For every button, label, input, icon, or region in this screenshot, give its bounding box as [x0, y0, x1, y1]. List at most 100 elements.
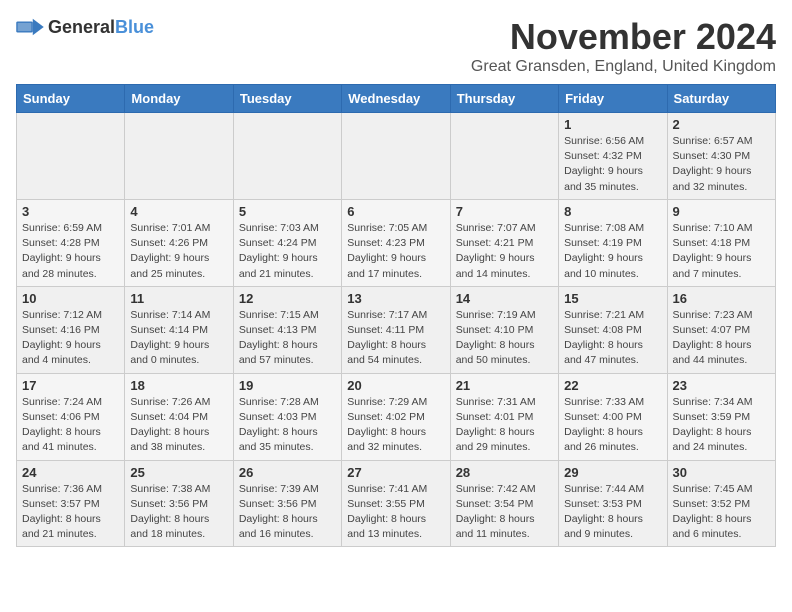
day-info: Sunrise: 7:34 AM Sunset: 3:59 PM Dayligh… — [673, 395, 770, 456]
day-info: Sunrise: 7:05 AM Sunset: 4:23 PM Dayligh… — [347, 221, 444, 282]
header-sunday: Sunday — [17, 85, 125, 113]
day-number: 18 — [130, 378, 227, 393]
day-number: 25 — [130, 465, 227, 480]
table-row: 5Sunrise: 7:03 AM Sunset: 4:24 PM Daylig… — [233, 199, 341, 286]
header-wednesday: Wednesday — [342, 85, 450, 113]
calendar-week-row: 10Sunrise: 7:12 AM Sunset: 4:16 PM Dayli… — [17, 286, 776, 373]
day-number: 29 — [564, 465, 661, 480]
logo-icon — [16, 16, 44, 38]
day-number: 13 — [347, 291, 444, 306]
table-row: 11Sunrise: 7:14 AM Sunset: 4:14 PM Dayli… — [125, 286, 233, 373]
table-row: 16 Sunrise: 7:23 AM Sunset: 4:07 PM Dayli… — [667, 286, 775, 373]
day-number: 5 — [239, 204, 336, 219]
day-number: 6 — [347, 204, 444, 219]
day-number: 24 — [22, 465, 119, 480]
day-info: Sunrise: 7:10 AM Sunset: 4:18 PM Dayligh… — [673, 221, 770, 282]
day-info: Sunrise: 7:15 AM Sunset: 4:13 PM Dayligh… — [239, 308, 336, 369]
day-info: Sunrise: 7:36 AM Sunset: 3:57 PM Dayligh… — [22, 482, 119, 543]
table-row — [125, 113, 233, 200]
calendar-week-row: 3Sunrise: 6:59 AM Sunset: 4:28 PM Daylig… — [17, 199, 776, 286]
day-info: Sunrise: 7:29 AM Sunset: 4:02 PM Dayligh… — [347, 395, 444, 456]
table-row: 28 Sunrise: 7:42 AM Sunset: 3:54 PM Dayli… — [450, 460, 558, 547]
day-number: 12 — [239, 291, 336, 306]
calendar-header-row: Sunday Monday Tuesday Wednesday Thursday… — [17, 85, 776, 113]
table-row: 18Sunrise: 7:26 AM Sunset: 4:04 PM Dayli… — [125, 373, 233, 460]
day-number: 14 — [456, 291, 553, 306]
header-thursday: Thursday — [450, 85, 558, 113]
day-number: 30 — [673, 465, 770, 480]
header: General Blue November 2024 Great Gransde… — [16, 16, 776, 76]
table-row: 14Sunrise: 7:19 AM Sunset: 4:10 PM Dayli… — [450, 286, 558, 373]
calendar-week-row: 1 Sunrise: 6:56 AM Sunset: 4:32 PM Daylig… — [17, 113, 776, 200]
table-row: 27Sunrise: 7:41 AM Sunset: 3:55 PM Dayli… — [342, 460, 450, 547]
day-number: 26 — [239, 465, 336, 480]
day-number: 3 — [22, 204, 119, 219]
table-row — [17, 113, 125, 200]
table-row: 13 Sunrise: 7:17 AM Sunset: 4:11 PM Dayli… — [342, 286, 450, 373]
table-row: 20 Sunrise: 7:29 AM Sunset: 4:02 PM Dayli… — [342, 373, 450, 460]
month-title: November 2024 — [471, 16, 776, 58]
day-info: Sunrise: 6:57 AM Sunset: 4:30 PM Dayligh… — [673, 134, 770, 195]
day-info: Sunrise: 7:24 AM Sunset: 4:06 PM Dayligh… — [22, 395, 119, 456]
day-number: 15 — [564, 291, 661, 306]
day-info: Sunrise: 6:56 AM Sunset: 4:32 PM Dayligh… — [564, 134, 661, 195]
day-number: 23 — [673, 378, 770, 393]
table-row: 22 Sunrise: 7:33 AM Sunset: 4:00 PM Dayli… — [559, 373, 667, 460]
logo: General Blue — [16, 16, 154, 38]
table-row: 24 Sunrise: 7:36 AM Sunset: 3:57 PM Dayli… — [17, 460, 125, 547]
day-info: Sunrise: 7:01 AM Sunset: 4:26 PM Dayligh… — [130, 221, 227, 282]
table-row: 8 Sunrise: 7:08 AM Sunset: 4:19 PM Daylig… — [559, 199, 667, 286]
table-row: 26Sunrise: 7:39 AM Sunset: 3:56 PM Dayli… — [233, 460, 341, 547]
table-row: 7 Sunrise: 7:07 AM Sunset: 4:21 PM Daylig… — [450, 199, 558, 286]
day-number: 20 — [347, 378, 444, 393]
table-row: 23 Sunrise: 7:34 AM Sunset: 3:59 PM Dayli… — [667, 373, 775, 460]
table-row: 10Sunrise: 7:12 AM Sunset: 4:16 PM Dayli… — [17, 286, 125, 373]
header-monday: Monday — [125, 85, 233, 113]
day-info: Sunrise: 7:31 AM Sunset: 4:01 PM Dayligh… — [456, 395, 553, 456]
table-row: 4 Sunrise: 7:01 AM Sunset: 4:26 PM Daylig… — [125, 199, 233, 286]
table-row: 12 Sunrise: 7:15 AM Sunset: 4:13 PM Dayli… — [233, 286, 341, 373]
day-number: 11 — [130, 291, 227, 306]
table-row: 3Sunrise: 6:59 AM Sunset: 4:28 PM Daylig… — [17, 199, 125, 286]
table-row: 17 Sunrise: 7:24 AM Sunset: 4:06 PM Dayli… — [17, 373, 125, 460]
day-info: Sunrise: 7:42 AM Sunset: 3:54 PM Dayligh… — [456, 482, 553, 543]
day-number: 7 — [456, 204, 553, 219]
day-info: Sunrise: 7:17 AM Sunset: 4:11 PM Dayligh… — [347, 308, 444, 369]
day-number: 21 — [456, 378, 553, 393]
table-row: 29 Sunrise: 7:44 AM Sunset: 3:53 PM Dayli… — [559, 460, 667, 547]
day-info: Sunrise: 7:08 AM Sunset: 4:19 PM Dayligh… — [564, 221, 661, 282]
day-info: Sunrise: 7:44 AM Sunset: 3:53 PM Dayligh… — [564, 482, 661, 543]
calendar-week-row: 17 Sunrise: 7:24 AM Sunset: 4:06 PM Dayli… — [17, 373, 776, 460]
day-number: 17 — [22, 378, 119, 393]
title-area: November 2024 Great Gransden, England, U… — [471, 16, 776, 76]
table-row — [450, 113, 558, 200]
day-number: 28 — [456, 465, 553, 480]
day-number: 2 — [673, 117, 770, 132]
calendar: Sunday Monday Tuesday Wednesday Thursday… — [16, 84, 776, 547]
day-number: 4 — [130, 204, 227, 219]
day-number: 10 — [22, 291, 119, 306]
header-saturday: Saturday — [667, 85, 775, 113]
day-number: 22 — [564, 378, 661, 393]
day-info: Sunrise: 7:23 AM Sunset: 4:07 PM Dayligh… — [673, 308, 770, 369]
table-row — [342, 113, 450, 200]
day-info: Sunrise: 7:07 AM Sunset: 4:21 PM Dayligh… — [456, 221, 553, 282]
logo-general-text: General — [48, 17, 115, 38]
table-row: 21 Sunrise: 7:31 AM Sunset: 4:01 PM Dayli… — [450, 373, 558, 460]
day-info: Sunrise: 7:38 AM Sunset: 3:56 PM Dayligh… — [130, 482, 227, 543]
table-row: 25 Sunrise: 7:38 AM Sunset: 3:56 PM Dayli… — [125, 460, 233, 547]
table-row: 1 Sunrise: 6:56 AM Sunset: 4:32 PM Daylig… — [559, 113, 667, 200]
table-row: 19Sunrise: 7:28 AM Sunset: 4:03 PM Dayli… — [233, 373, 341, 460]
day-number: 16 — [673, 291, 770, 306]
table-row: 9 Sunrise: 7:10 AM Sunset: 4:18 PM Daylig… — [667, 199, 775, 286]
day-number: 9 — [673, 204, 770, 219]
logo-blue-text: Blue — [115, 17, 154, 38]
day-info: Sunrise: 7:28 AM Sunset: 4:03 PM Dayligh… — [239, 395, 336, 456]
day-number: 1 — [564, 117, 661, 132]
day-number: 27 — [347, 465, 444, 480]
day-number: 8 — [564, 204, 661, 219]
table-row — [233, 113, 341, 200]
day-info: Sunrise: 7:33 AM Sunset: 4:00 PM Dayligh… — [564, 395, 661, 456]
table-row: 30Sunrise: 7:45 AM Sunset: 3:52 PM Dayli… — [667, 460, 775, 547]
table-row: 6 Sunrise: 7:05 AM Sunset: 4:23 PM Daylig… — [342, 199, 450, 286]
